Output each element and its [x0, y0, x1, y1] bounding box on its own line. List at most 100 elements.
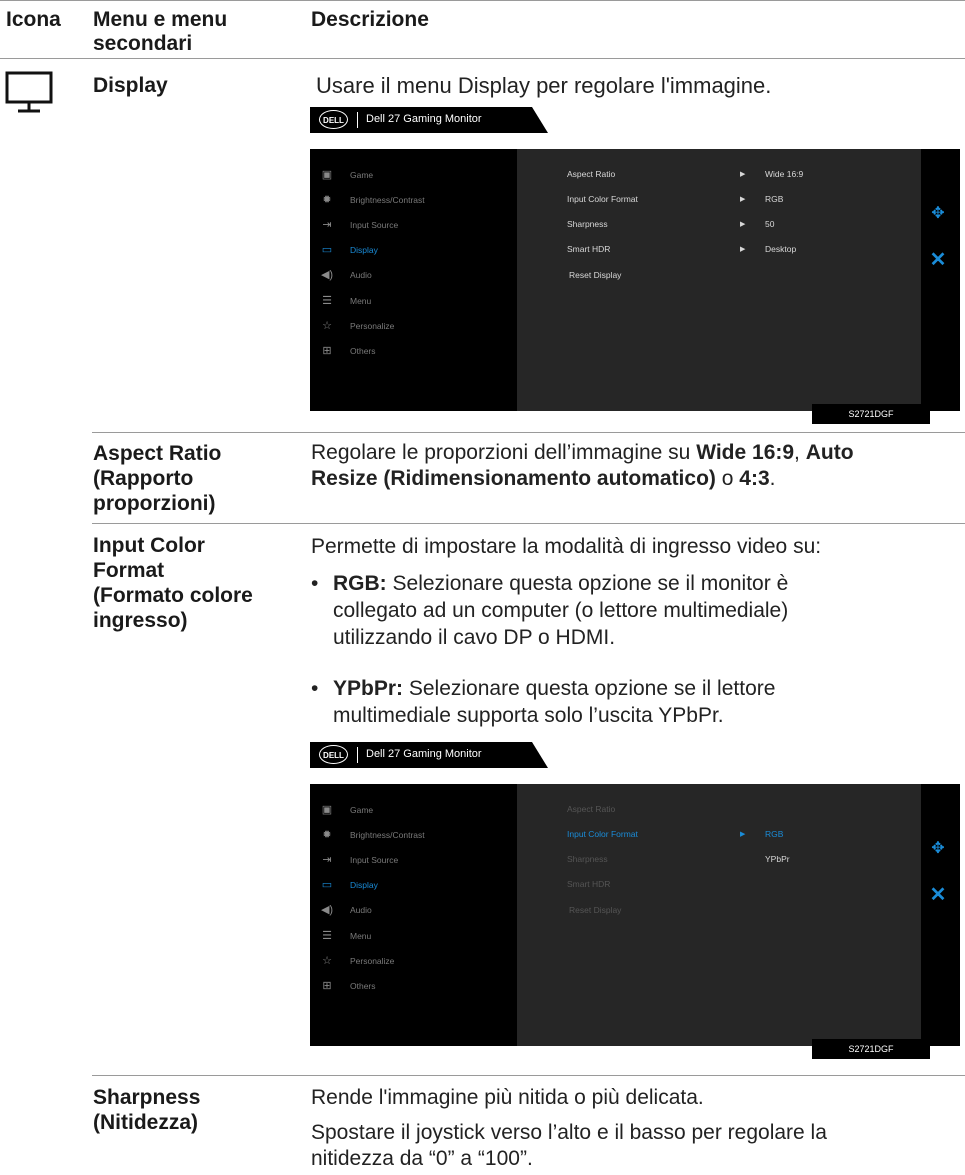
osd-value-input-color-format: RGB	[765, 194, 784, 204]
osd-menu-item-others[interactable]: ⊞ Others	[320, 344, 510, 360]
osd-menu-item-others[interactable]: ⊞ Others	[320, 979, 510, 995]
arrow-right-icon: ▶	[740, 171, 746, 178]
osd-menu-label: Personalize	[350, 321, 395, 331]
option-auto: Auto	[805, 441, 854, 464]
osd-menu-label: Others	[350, 346, 376, 356]
audio-icon: ◀)	[320, 904, 334, 916]
osd-menu-label: Game	[350, 170, 374, 180]
osd-menu-item-personalize[interactable]: ☆ Personalize	[320, 954, 510, 970]
osd-menu-item-menu[interactable]: ☰ Menu	[320, 929, 510, 945]
sharpness-desc-2: Spostare il joystick verso l’alto e il b…	[311, 1120, 827, 1172]
table-rule-sharp	[92, 1075, 965, 1076]
rgb-line3: utilizzando il cavo DP o HDMI.	[333, 626, 616, 649]
osd-banner: DELL Dell 27 Gaming Monitor	[310, 107, 548, 133]
joystick-icon[interactable]: ✥	[923, 838, 953, 858]
icf-label-line1: Input Color	[93, 534, 205, 557]
osd-row-input-color-format[interactable]: Input Color Format	[567, 829, 638, 839]
display-icon: ▭	[321, 879, 333, 891]
bullet-icon: •	[311, 572, 319, 595]
osd-row-aspect-ratio[interactable]: Aspect Ratio	[567, 169, 615, 179]
osd-menu-label: Display	[350, 880, 378, 890]
osd-menu-item-audio[interactable]: ◀) Audio	[320, 268, 510, 284]
osd-menu-item-display[interactable]: ▭ Display	[320, 878, 510, 894]
osd-value-sharpness: 50	[765, 219, 775, 229]
aspect-label-line1: Aspect Ratio	[93, 442, 222, 465]
osd-menu-item-personalize[interactable]: ☆ Personalize	[320, 319, 510, 335]
osd-submenu-area	[517, 149, 921, 411]
model-tag: S2721DGF	[812, 404, 930, 424]
osd-menu-label: Menu	[350, 931, 372, 941]
osd-menu-label: Input Source	[350, 855, 399, 865]
star-icon: ☆	[322, 955, 332, 967]
osd-row-sharpness[interactable]: Sharpness	[567, 854, 608, 864]
arrow-right-icon: ▶	[740, 221, 746, 228]
close-icon[interactable]: ✕	[923, 247, 953, 272]
osd-screenshot-input-color: DELL Dell 27 Gaming Monitor ▣ Game ✹ Brigh…	[310, 742, 960, 1062]
osd-row-reset-display[interactable]: Reset Display	[569, 905, 621, 915]
menu-icon: ☰	[322, 930, 332, 942]
icf-bullet-ypbpr: • YPbPr: Selezionare questa opzione se i…	[311, 675, 965, 729]
ypbpr-line1: YPbPr: Selezionare questa opzione se il …	[333, 675, 965, 702]
term-rgb: RGB:	[333, 572, 387, 595]
osd-menu-item-input-source[interactable]: ⇥ Input Source	[320, 853, 510, 869]
osd-row-input-color-format[interactable]: Input Color Format	[567, 194, 638, 204]
osd-value-smart-hdr: Desktop	[765, 244, 797, 254]
osd-title: Dell 27 Gaming Monitor	[366, 748, 482, 760]
rgb-line1: RGB: Selezionare questa opzione se il mo…	[333, 570, 965, 597]
header-description: Descrizione	[311, 8, 429, 31]
osd-menu-item-game[interactable]: ▣ Game	[320, 803, 510, 819]
others-icon: ⊞	[322, 345, 332, 357]
sharp-desc-line2: nitidezza da “0” a “100”.	[311, 1147, 533, 1170]
osd-menu-item-input-source[interactable]: ⇥ Input Source	[320, 218, 510, 234]
osd-menu-item-display[interactable]: ▭ Display	[320, 243, 510, 259]
joystick-icon[interactable]: ✥	[923, 203, 953, 223]
osd-menu-label: Brightness/Contrast	[350, 195, 425, 205]
banner-separator	[357, 747, 358, 763]
osd-row-reset-display[interactable]: Reset Display	[569, 270, 621, 280]
osd-menu-item-audio[interactable]: ◀) Audio	[320, 903, 510, 919]
model-tag: S2721DGF	[812, 1039, 930, 1059]
aspect-label-line2: (Rapporto	[93, 467, 194, 490]
table-rule-icf	[92, 523, 965, 524]
brightness-icon: ✹	[322, 194, 332, 206]
text: .	[769, 467, 776, 490]
aspect-ratio-description: Regolare le proporzioni dell’immagine su…	[311, 440, 961, 492]
others-icon: ⊞	[322, 980, 332, 992]
osd-option-rgb[interactable]: RGB	[765, 829, 783, 839]
text: ,	[794, 441, 806, 464]
table-rule-aspect	[92, 432, 965, 433]
star-icon: ☆	[322, 320, 332, 332]
text: Regolare le proporzioni dell’immagine su	[311, 441, 697, 464]
close-icon[interactable]: ✕	[923, 882, 953, 907]
osd-menu-item-game[interactable]: ▣ Game	[320, 168, 510, 184]
dell-logo: DELL	[319, 745, 348, 764]
osd-menu-item-menu[interactable]: ☰ Menu	[320, 294, 510, 310]
osd-menu-item-brightness[interactable]: ✹ Brightness/Contrast	[320, 193, 510, 209]
option-4-3: 4:3	[739, 467, 770, 490]
osd-menu-label: Personalize	[350, 956, 395, 966]
aspect-desc-line2: Resize (Ridimensionamento automatico) o …	[311, 466, 961, 492]
osd-row-smart-hdr[interactable]: Smart HDR	[567, 879, 610, 889]
audio-icon: ◀)	[320, 269, 334, 281]
osd-menu-label: Brightness/Contrast	[350, 830, 425, 840]
osd-banner: DELL Dell 27 Gaming Monitor	[310, 742, 548, 768]
osd-menu-label: Menu	[350, 296, 372, 306]
aspect-label-line3: proporzioni)	[93, 492, 216, 515]
menu-icon: ☰	[322, 295, 332, 307]
osd-row-smart-hdr[interactable]: Smart HDR	[567, 244, 610, 254]
osd-screenshot-display: DELL Dell 27 Gaming Monitor ▣ Game ✹ Brigh…	[310, 107, 960, 427]
osd-row-sharpness[interactable]: Sharpness	[567, 219, 608, 229]
icf-intro: Permette di impostare la modalità di ing…	[311, 535, 822, 558]
text: Selezionare questa opzione se il lettore	[403, 677, 776, 700]
arrow-right-icon: ▶	[740, 246, 746, 253]
icf-label-line3: (Formato colore	[93, 584, 253, 607]
osd-option-ypbpr[interactable]: YPbPr	[765, 854, 790, 864]
osd-title: Dell 27 Gaming Monitor	[366, 113, 482, 125]
osd-menu-item-brightness[interactable]: ✹ Brightness/Contrast	[320, 828, 510, 844]
display-description: Usare il menu Display per regolare l'imm…	[316, 73, 772, 98]
aspect-desc-line1: Regolare le proporzioni dell’immagine su…	[311, 440, 961, 466]
rgb-line2: collegato ad un computer (o lettore mult…	[333, 599, 789, 622]
text: Selezionare questa opzione se il monitor…	[386, 572, 789, 595]
osd-value-aspect-ratio: Wide 16:9	[765, 169, 804, 179]
osd-row-aspect-ratio[interactable]: Aspect Ratio	[567, 804, 615, 814]
